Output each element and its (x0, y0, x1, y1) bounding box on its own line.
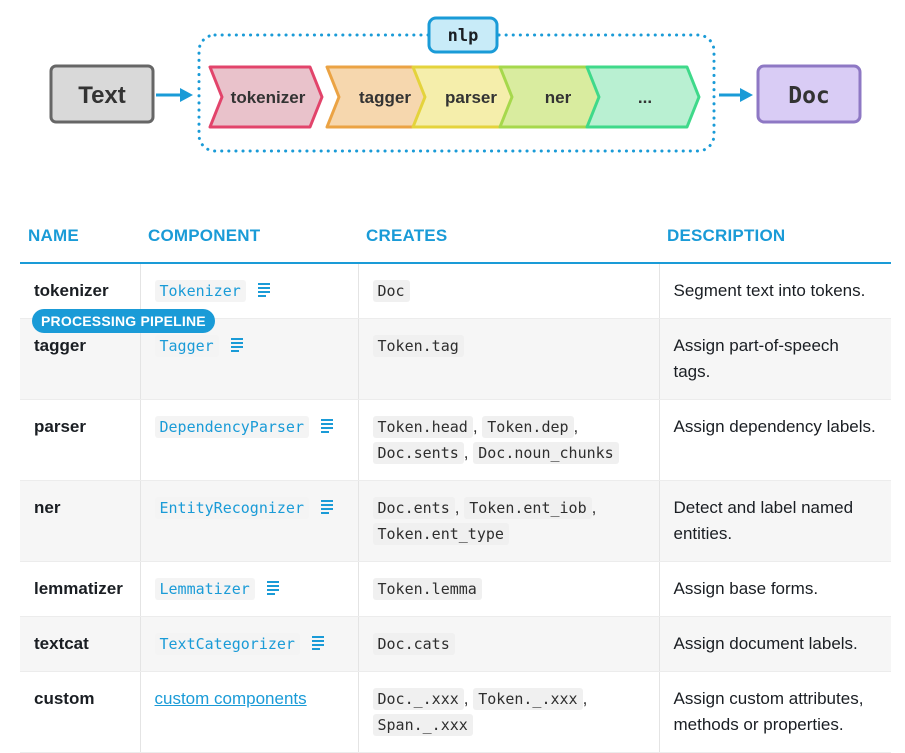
component-class-link[interactable]: Lemmatizer (154, 578, 255, 600)
processing-pipeline-badge: PROCESSING PIPELINE (32, 309, 215, 333)
stage-parser-label: parser (445, 88, 497, 107)
table-row: custom custom components Doc._.xxx, Token.… (20, 671, 891, 753)
created-attribute: Token.ent_iob (464, 497, 592, 519)
header-name: NAME (20, 214, 140, 264)
created-attribute: Doc.sents (372, 442, 464, 464)
component-class-link[interactable]: Tokenizer (154, 280, 246, 302)
created-attribute: Token.dep (482, 416, 574, 438)
creates-cell: Doc._.xxx, Token._.xxx, Span._.xxx (357, 671, 659, 753)
component-class-cell: TextCategorizer (139, 616, 358, 672)
stage-ner-label: ner (545, 88, 572, 107)
component-class-cell: DependencyParser (139, 399, 358, 481)
header-creates: CREATES (358, 214, 659, 264)
api-docs-icon[interactable] (321, 500, 333, 514)
api-docs-icon[interactable] (321, 419, 333, 433)
component-name: ner (20, 480, 140, 562)
component-description: Assign dependency labels. (658, 399, 891, 481)
creates-cell: Doc.ents, Token.ent_iob, Token.ent_type (357, 480, 659, 562)
component-name: lemmatizer (20, 561, 140, 617)
table-row: textcat TextCategorizer Doc.cats Assign doc… (20, 616, 891, 672)
created-attribute: Token._.xxx (473, 688, 583, 710)
component-class-link[interactable]: EntityRecognizer (154, 497, 309, 519)
created-attribute: Doc (372, 280, 410, 302)
component-class-cell: custom components (139, 671, 358, 753)
output-arrow-head (740, 88, 753, 102)
component-class-link[interactable]: DependencyParser (154, 416, 309, 438)
component-class-cell: Lemmatizer (139, 561, 358, 617)
stage-tagger-label: tagger (359, 88, 411, 107)
component-description: Assign document labels. (658, 616, 891, 672)
created-attribute: Token.tag (372, 335, 464, 357)
component-name: textcat (20, 616, 140, 672)
component-class-link[interactable]: TextCategorizer (154, 633, 300, 655)
header-component: COMPONENT (140, 214, 358, 264)
nlp-badge-label: nlp (448, 26, 479, 46)
table-header-row: NAME COMPONENT CREATES DESCRIPTION (20, 214, 891, 264)
pipeline-diagram: nlp Text tokenizer tagger parser ner... Doc (49, 16, 862, 153)
created-attribute: Doc.noun_chunks (473, 442, 619, 464)
creates-cell: Token.tag (357, 318, 659, 400)
component-class-cell: EntityRecognizer (139, 480, 358, 562)
component-description: Assign part-of-speech tags. (658, 318, 891, 400)
created-attribute: Span._.xxx (372, 714, 473, 736)
component-name: custom (20, 671, 140, 753)
api-docs-icon[interactable] (257, 283, 270, 297)
created-attribute: Token.lemma (372, 578, 482, 600)
table-row: ner EntityRecognizer Doc.ents, Token.ent_i… (20, 480, 891, 562)
api-docs-icon[interactable] (311, 636, 324, 650)
custom-components-link[interactable]: custom components (155, 689, 307, 708)
created-attribute: Doc.ents (372, 497, 455, 519)
created-attribute: Doc._.xxx (372, 688, 464, 710)
component-class-link[interactable]: Tagger (154, 335, 219, 357)
creates-cell: Doc.cats (357, 616, 659, 672)
component-description: Segment text into tokens. (658, 263, 891, 319)
creates-cell: Doc (357, 263, 659, 319)
pipeline-components-table: NAME COMPONENT CREATES DESCRIPTION token… (20, 214, 891, 753)
text-input-label: Text (78, 82, 126, 109)
component-description: Detect and label named entities. (658, 480, 891, 562)
component-description: Assign custom attributes, methods or pro… (658, 671, 891, 753)
created-attribute: Doc.cats (372, 633, 455, 655)
input-arrow-head (180, 88, 193, 102)
stage-tokenizer-label: tokenizer (231, 88, 306, 107)
table-body: tokenizer Tokenizer Doc Segment text into t… (20, 263, 891, 753)
header-description: DESCRIPTION (659, 214, 891, 264)
doc-output-label: Doc (788, 83, 830, 109)
creates-cell: Token.lemma (357, 561, 659, 617)
pipeline-stages: tokenizer tagger parser ner... (208, 65, 701, 129)
created-attribute: Token.head (372, 416, 473, 438)
component-description: Assign base forms. (658, 561, 891, 617)
stage-more-label: ... (638, 88, 652, 107)
api-docs-icon[interactable] (230, 338, 243, 352)
table-row: lemmatizer Lemmatizer Token.lemma Assign ba… (20, 561, 891, 617)
table-row: parser DependencyParser Token.head, Token.… (20, 399, 891, 481)
api-docs-icon[interactable] (266, 581, 279, 595)
component-name: parser (20, 399, 140, 481)
creates-cell: Token.head, Token.dep, Doc.sents, Doc.no… (357, 399, 659, 481)
created-attribute: Token.ent_type (372, 523, 509, 545)
